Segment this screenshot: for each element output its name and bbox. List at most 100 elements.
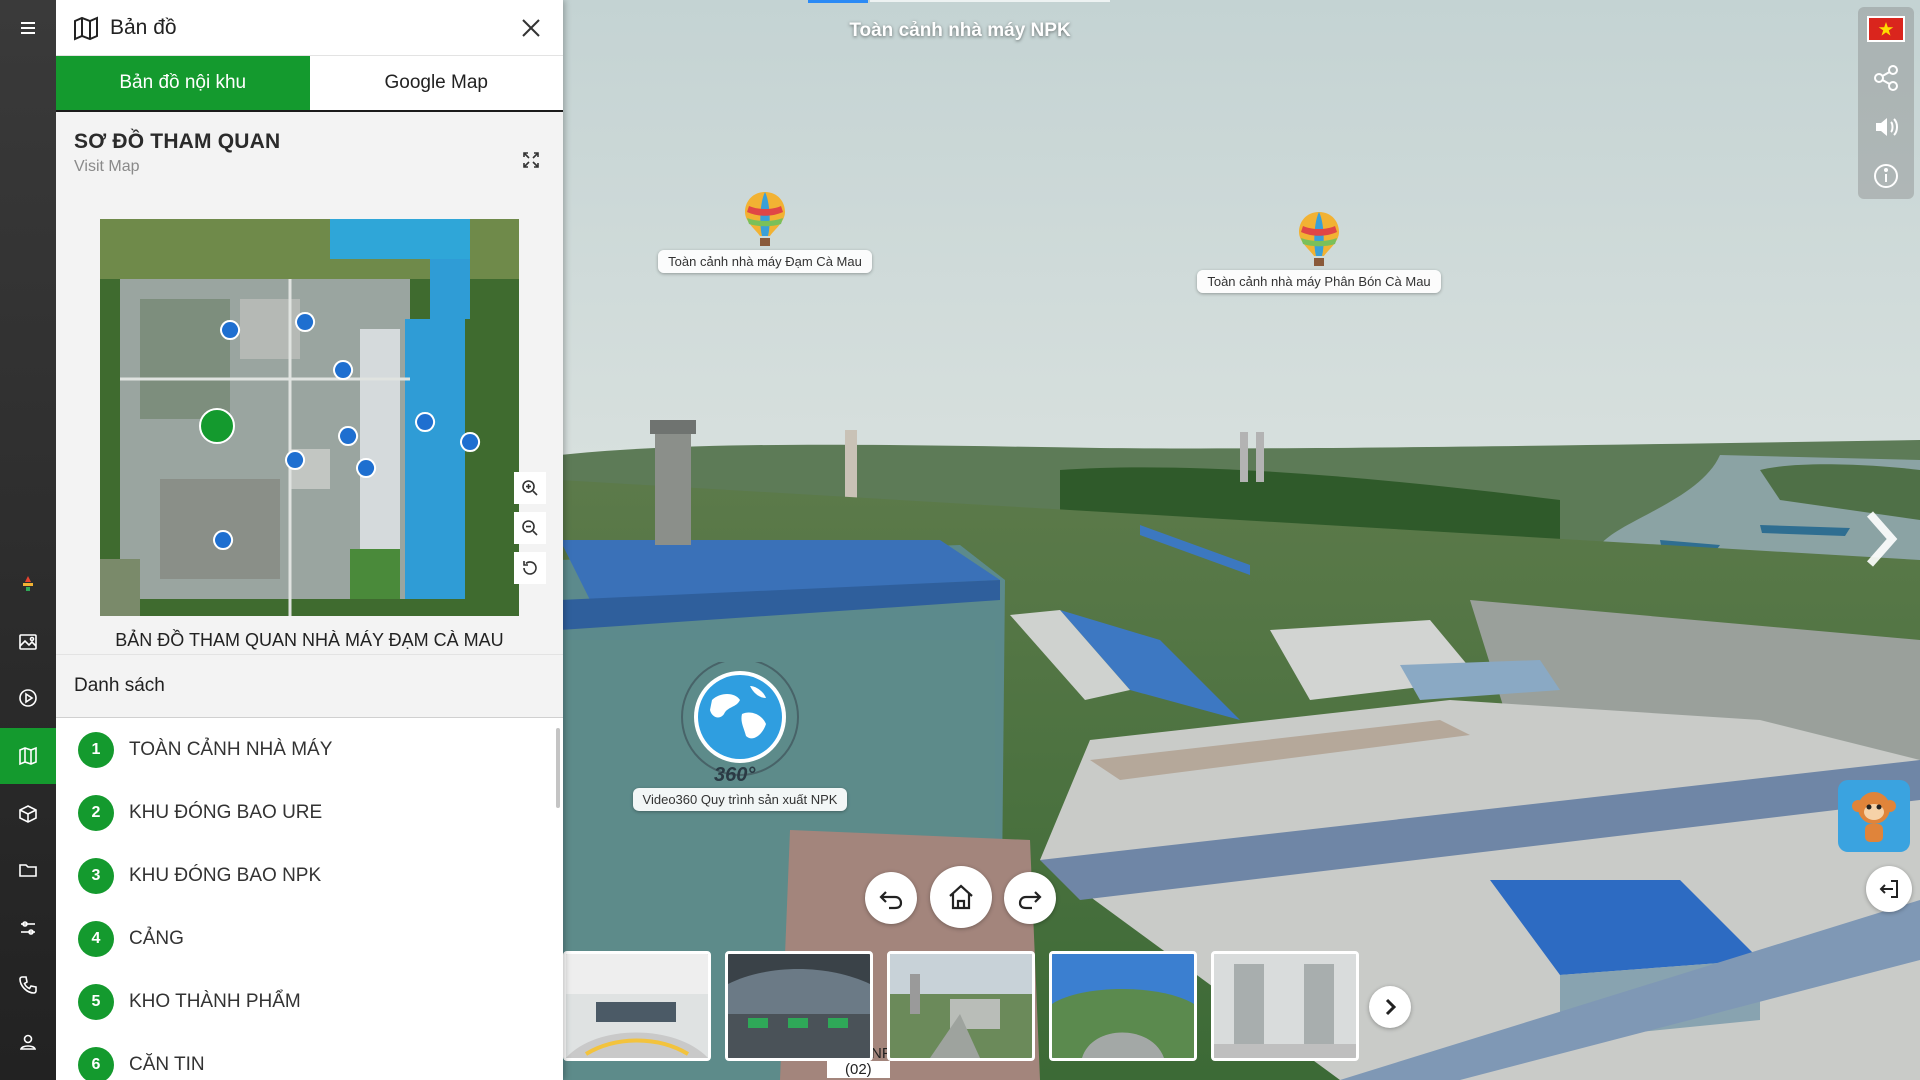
scene-thumbnail[interactable] [887, 951, 1035, 1061]
map-tabs: Bản đồ nội khu Google Map [56, 56, 563, 112]
globe-360-icon [681, 658, 799, 776]
exit-icon [1879, 880, 1898, 898]
user-icon [19, 1034, 37, 1050]
badge-360-label: 360° [714, 764, 756, 786]
monkey-mascot-icon [1852, 792, 1896, 842]
list-item[interactable]: 1 TOÀN CẢNH NHÀ MÁY [56, 718, 563, 781]
list-item[interactable]: 2 KHU ĐÓNG BAO URE [56, 781, 563, 844]
map-zoom-tools [514, 472, 550, 592]
hotspot-phan-bon-ca-mau[interactable]: Toàn cảnh nhà máy Phân Bón Cà Mau [1194, 210, 1444, 293]
rail-contact[interactable] [0, 957, 56, 1013]
rail-video[interactable] [0, 670, 56, 726]
chevron-right-icon [1866, 511, 1898, 567]
map-icon [74, 15, 98, 41]
expand-icon [523, 152, 539, 168]
visit-map-subtitle: Visit Map [74, 158, 140, 175]
logo-icon [23, 576, 33, 591]
list-item-label: KHO THÀNH PHẨM [129, 990, 301, 1012]
scene-progress-track [870, 0, 1110, 2]
language-flag-button[interactable] [1866, 9, 1906, 49]
gallery-icon [19, 634, 37, 650]
rail-gallery[interactable] [0, 614, 56, 670]
thumbnail-aerial-plant [890, 954, 1032, 1058]
map-caption: BẢN ĐỒ THAM QUAN NHÀ MÁY ĐẠM CÀ MAU [115, 630, 504, 650]
scene-thumbnail[interactable] [563, 951, 711, 1061]
home-button[interactable] [930, 866, 992, 928]
rail-settings[interactable] [0, 900, 56, 956]
share-button[interactable] [1866, 58, 1906, 98]
panel-header: Bản đồ [56, 0, 563, 56]
map-icon [19, 746, 37, 766]
phone-icon [19, 976, 37, 994]
list-scrollbar[interactable] [556, 728, 560, 808]
rail-account[interactable] [0, 1014, 56, 1070]
info-icon [1874, 164, 1898, 188]
zoom-out-icon [522, 520, 538, 536]
list-item[interactable]: 5 KHO THÀNH PHẨM [56, 970, 563, 1033]
rail-map[interactable] [0, 728, 56, 784]
list-item-label: CẢNG [129, 927, 184, 949]
thumbnails-next-button[interactable] [1369, 986, 1411, 1028]
zoom-in-button[interactable] [514, 472, 546, 504]
list-item[interactable]: 4 CẢNG [56, 907, 563, 970]
next-scene-arrow[interactable] [1860, 510, 1904, 568]
site-map-image[interactable] [100, 219, 519, 616]
scene-thumbnail[interactable] [1049, 951, 1197, 1061]
panel-title: Bản đồ [110, 15, 177, 39]
aerial-site-map [100, 219, 519, 616]
info-button[interactable] [1866, 156, 1906, 196]
list-item-number: 1 [78, 731, 114, 768]
hotspot-video360-label: Video360 Quy trình sản xuất NPK [632, 788, 848, 811]
refresh-icon [523, 561, 537, 575]
share-icon [1874, 65, 1898, 91]
left-icon-rail [0, 0, 56, 1080]
list-item-number: 4 [78, 920, 114, 957]
hotspot-dam-label: Toàn cảnh nhà máy Đạm Cà Mau [658, 250, 872, 273]
map-panel: Bản đồ Bản đồ nội khu Google Map SƠ ĐỒ T… [56, 0, 563, 1080]
menu-button[interactable] [0, 0, 56, 56]
sound-button[interactable] [1866, 107, 1906, 147]
list-item-label: CĂN TIN [129, 1053, 205, 1075]
thumbnail-sky-aerial [1052, 954, 1194, 1058]
hotspot-video360[interactable]: 360° Video360 Quy trình sản xuất NPK [625, 658, 855, 811]
scene-thumbnail[interactable] [1211, 951, 1359, 1061]
location-list: 1 TOÀN CẢNH NHÀ MÁY 2 KHU ĐÓNG BAO URE 3… [56, 718, 563, 1080]
list-item-label: KHU ĐÓNG BAO NPK [129, 864, 322, 886]
hotspot-phan-bon-label: Toàn cảnh nhà máy Phân Bón Cà Mau [1197, 270, 1441, 293]
zoom-out-button[interactable] [514, 512, 546, 544]
exit-button[interactable] [1866, 866, 1912, 912]
redo-button[interactable] [1004, 872, 1056, 924]
undo-button[interactable] [865, 872, 917, 924]
home-icon [949, 884, 973, 910]
rail-documents[interactable] [0, 842, 56, 898]
list-heading: Danh sách [56, 654, 563, 718]
list-item[interactable]: 3 KHU ĐÓNG BAO NPK [56, 844, 563, 907]
scene-thumbnail[interactable] [725, 951, 873, 1061]
right-control-bar [1858, 7, 1914, 199]
list-item-number: 2 [78, 794, 114, 831]
list-item-number: 5 [78, 983, 114, 1020]
reset-view-button[interactable] [514, 552, 546, 584]
scene-progress-indicator [808, 0, 868, 3]
menu-icon [21, 22, 35, 34]
rail-3d[interactable] [0, 786, 56, 842]
play-icon [19, 689, 37, 707]
assistant-mascot-button[interactable] [1838, 780, 1910, 852]
cube-icon [19, 805, 37, 823]
thumbnail-warehouse [728, 954, 870, 1058]
tab-google-map[interactable]: Google Map [310, 56, 564, 110]
close-button[interactable] [517, 14, 545, 42]
list-item[interactable]: 6 CĂN TIN [56, 1033, 563, 1080]
thumbnail-control-room [566, 954, 708, 1058]
brand-logo [0, 555, 56, 611]
visit-map-section: SƠ ĐỒ THAM QUAN Visit Map BẢN ĐỒ THAM QU… [56, 112, 563, 654]
close-icon [522, 18, 540, 37]
speaker-icon [1876, 118, 1898, 136]
balloon-icon [745, 192, 785, 246]
hotspot-dam-ca-mau[interactable]: Toàn cảnh nhà máy Đạm Cà Mau [655, 190, 875, 273]
tab-internal-map[interactable]: Bản đồ nội khu [56, 56, 310, 110]
balloon-icon [1299, 212, 1339, 266]
visit-map-title: SƠ ĐỒ THAM QUAN [74, 130, 281, 153]
redo-icon [1018, 891, 1042, 910]
fullscreen-button[interactable] [519, 148, 543, 172]
